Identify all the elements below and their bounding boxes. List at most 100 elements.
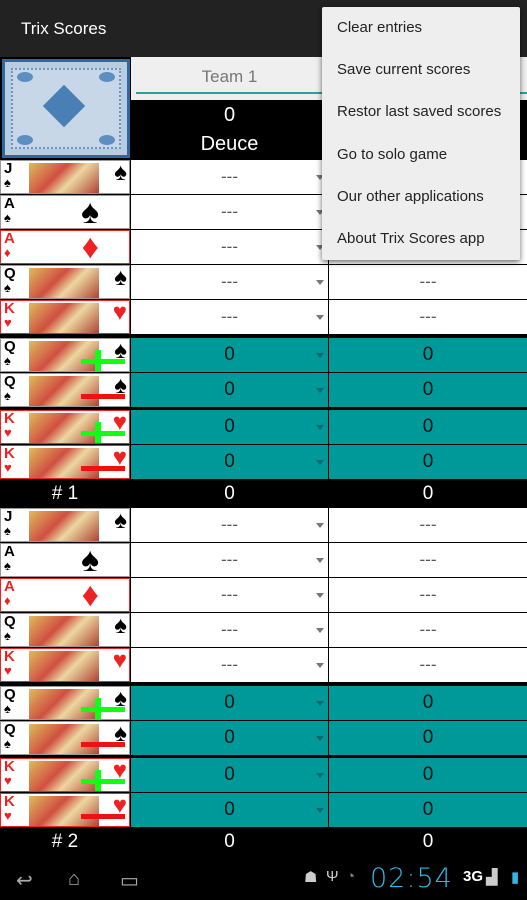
score-row-queen-of-spades-minus: Q ♠ ♠ 0 0 xyxy=(0,721,527,755)
score-row-king-of-hearts: K ♥ ♥ --- --- xyxy=(0,300,527,334)
team-1-score-dropdown[interactable]: 0 xyxy=(131,410,328,444)
score-row-queen-of-spades-plus: Q ♠ ♠ 0 0 xyxy=(0,686,527,720)
card-ace-of-spades-icon: A ♠ ♠ xyxy=(0,543,130,577)
plus-marker-icon xyxy=(81,422,125,443)
team-2-score-dropdown[interactable]: 0 xyxy=(329,758,527,792)
card-queen-of-spades-plus-icon: Q ♠ ♠ xyxy=(0,686,130,720)
chevron-down-icon xyxy=(316,353,324,358)
chevron-down-icon xyxy=(316,808,324,813)
score-row-queen-of-spades-minus: Q ♠ ♠ 0 0 xyxy=(0,373,527,407)
score-row-king-of-hearts-plus: K ♥ ♥ 0 0 xyxy=(0,410,527,444)
minus-marker-icon xyxy=(81,466,125,471)
signal-icon: ▟ xyxy=(486,869,498,886)
overflow-menu: Clear entries Save current scores Restor l… xyxy=(322,7,520,260)
score-row-queen-of-spades: Q ♠ ♠ --- --- xyxy=(0,613,527,647)
team-1-score-dropdown[interactable]: --- xyxy=(131,508,328,542)
team-1-score-dropdown[interactable]: --- xyxy=(131,578,328,612)
score-row-ace-of-diamonds: A♦ ♦ --- --- xyxy=(0,578,527,612)
back-icon[interactable]: ↩ xyxy=(16,868,33,893)
round-total-row: # 2 0 0 xyxy=(0,828,527,856)
chevron-down-icon xyxy=(316,773,324,778)
recent-apps-icon[interactable]: ▭ xyxy=(120,868,139,893)
chevron-down-icon xyxy=(316,523,324,528)
card-jack-of-spades-icon: J ♠ ♠ xyxy=(0,508,130,542)
team-2-score-dropdown[interactable]: --- xyxy=(329,300,527,334)
card-jack-of-spades-icon: J ♠ ♠ xyxy=(0,160,130,194)
usb-icon: Ψ xyxy=(326,868,339,885)
team-1-score-dropdown[interactable]: --- xyxy=(131,648,328,682)
card-ace-of-diamonds-icon: A ♦ ♦ xyxy=(0,230,130,264)
minus-marker-icon xyxy=(81,742,125,747)
team-score: 0 xyxy=(131,101,328,129)
team-1-score-dropdown[interactable]: 0 xyxy=(131,373,328,407)
score-row-queen-of-spades-plus: Q ♠ ♠ 0 0 xyxy=(0,338,527,372)
menu-item-4[interactable]: Our other applications xyxy=(322,176,520,218)
clock: 02:54 xyxy=(370,863,453,894)
menu-item-3[interactable]: Go to solo game xyxy=(322,134,520,176)
home-icon[interactable]: ⌂ xyxy=(68,868,80,891)
minus-marker-icon xyxy=(81,394,125,399)
chevron-down-icon xyxy=(316,736,324,741)
team-1-score-dropdown[interactable]: --- xyxy=(131,543,328,577)
team-2-score-dropdown[interactable]: 0 xyxy=(329,338,527,372)
network-type: 3G xyxy=(463,868,484,885)
card-king-of-hearts-icon: K ♥ ♥ xyxy=(0,648,130,682)
chevron-down-icon xyxy=(316,280,324,285)
team-2-score-dropdown[interactable]: --- xyxy=(329,265,527,299)
android-debug-icon: ☗ xyxy=(304,869,318,886)
round-label: # 2 xyxy=(0,828,130,856)
menu-item-2[interactable]: Restor last saved scores xyxy=(322,91,520,133)
team-2-score-dropdown[interactable]: 0 xyxy=(329,373,527,407)
card-king-of-hearts-icon: K ♥ ♥ xyxy=(0,300,130,334)
card-king-of-hearts-minus-icon: K ♥ ♥ xyxy=(0,445,130,479)
chevron-down-icon xyxy=(316,388,324,393)
card-ace-of-diamonds-icon: A ♦ ♦ xyxy=(0,578,130,612)
card-ace-of-spades-icon: A ♠ ♠ xyxy=(0,195,130,229)
card-queen-of-spades-minus-icon: Q ♠ ♠ xyxy=(0,721,130,755)
team-1-score-dropdown[interactable]: 0 xyxy=(131,721,328,755)
team-2-score-dropdown[interactable]: --- xyxy=(329,613,527,647)
team-2-score-dropdown[interactable]: 0 xyxy=(329,793,527,827)
team-2-score-dropdown[interactable]: --- xyxy=(329,648,527,682)
team-2-score-dropdown[interactable]: 0 xyxy=(329,410,527,444)
team-2-score-dropdown[interactable]: 0 xyxy=(329,686,527,720)
team-1-score-dropdown[interactable]: --- xyxy=(131,265,328,299)
menu-item-0[interactable]: Clear entries xyxy=(322,7,520,49)
plus-marker-icon xyxy=(81,770,125,791)
team-name-input[interactable]: Team 1 xyxy=(131,57,328,100)
team-2-score-dropdown[interactable]: 0 xyxy=(329,721,527,755)
team-2-score-dropdown[interactable]: --- xyxy=(329,543,527,577)
team-1-score-dropdown[interactable]: --- xyxy=(131,195,328,229)
card-king-of-hearts-plus-icon: K ♥ ♥ xyxy=(0,758,130,792)
team-2-round-total: 0 xyxy=(329,480,527,508)
team-1-score-dropdown[interactable]: 0 xyxy=(131,445,328,479)
chevron-down-icon xyxy=(316,460,324,465)
team-2-score-dropdown[interactable]: --- xyxy=(329,508,527,542)
app-title: Trix Scores xyxy=(21,19,107,38)
team-1-score-dropdown[interactable]: 0 xyxy=(131,338,328,372)
menu-item-1[interactable]: Save current scores xyxy=(322,49,520,91)
menu-item-5[interactable]: About Trix Scores app xyxy=(322,218,520,260)
team-1-score-dropdown[interactable]: --- xyxy=(131,160,328,194)
system-nav-bar: ↩ ⌂ ▭ ☗ Ψ ◔ 02:54 3G ▟ ▮ xyxy=(0,856,527,900)
team-1-score-dropdown[interactable]: --- xyxy=(131,300,328,334)
plus-marker-icon xyxy=(81,350,125,371)
card-queen-of-spades-minus-icon: Q ♠ ♠ xyxy=(0,373,130,407)
team-1-round-total: 0 xyxy=(131,480,328,508)
team-2-score-dropdown[interactable]: --- xyxy=(329,578,527,612)
team-2-round-total: 0 xyxy=(329,828,527,856)
team-1-score-dropdown[interactable]: 0 xyxy=(131,758,328,792)
card-queen-of-spades-icon: Q ♠ ♠ xyxy=(0,613,130,647)
team-1-score-dropdown[interactable]: --- xyxy=(131,230,328,264)
team-2-score-dropdown[interactable]: 0 xyxy=(329,445,527,479)
wifi-icon: ◔ xyxy=(346,868,356,885)
team-1-score-dropdown[interactable]: --- xyxy=(131,613,328,647)
chevron-down-icon xyxy=(316,315,324,320)
team-1-score-dropdown[interactable]: 0 xyxy=(131,686,328,720)
team-1-score-dropdown[interactable]: 0 xyxy=(131,793,328,827)
chevron-down-icon xyxy=(316,701,324,706)
minus-marker-icon xyxy=(81,814,125,819)
card-king-of-hearts-plus-icon: K ♥ ♥ xyxy=(0,410,130,444)
team-1-round-total: 0 xyxy=(131,828,328,856)
chevron-down-icon xyxy=(316,663,324,668)
